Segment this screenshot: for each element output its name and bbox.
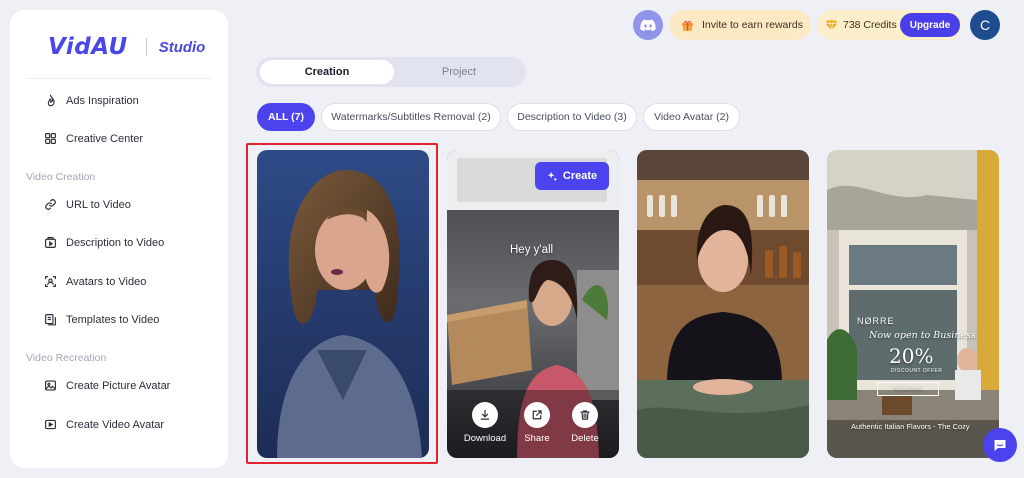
video-card-2[interactable]: Create Hey y'all Download Share Delete [447, 150, 619, 458]
poster-discount-label: DISCOUNT OFFER [891, 368, 943, 374]
video-card-3[interactable] [637, 150, 809, 458]
share-label: Share [524, 433, 550, 444]
credits-label: 738 Credits [843, 19, 897, 31]
filter-watermarks-subtitles[interactable]: Watermarks/Subtitles Removal (2) [321, 103, 501, 131]
sidebar-item-label: Ads Inspiration [66, 94, 139, 107]
download-button[interactable]: Download [463, 402, 507, 444]
template-icon [45, 314, 56, 326]
sidebar-item-description-to-video[interactable]: Description to Video [44, 236, 164, 249]
sidebar-item-create-picture-avatar[interactable]: Create Picture Avatar [44, 379, 170, 392]
divider [26, 78, 212, 79]
sidebar-item-label: Creative Center [66, 132, 144, 145]
sidebar-item-label: Create Video Avatar [66, 418, 165, 431]
link-icon [45, 199, 56, 210]
sidebar-item-create-video-avatar[interactable]: Create Video Avatar [44, 418, 164, 431]
sparkle-icon [547, 171, 558, 181]
create-label: Create [562, 170, 598, 182]
download-icon [480, 409, 490, 420]
trash-icon [580, 410, 590, 420]
upgrade-button[interactable]: Upgrade [900, 13, 960, 37]
share-icon [532, 410, 542, 420]
sidebar-item-label: Create Picture Avatar [66, 379, 171, 392]
brand-product: Studio [158, 38, 206, 56]
chat-icon [994, 440, 1006, 451]
delete-button[interactable]: Delete [565, 402, 605, 444]
video-card-1[interactable] [257, 150, 429, 458]
brand-separator [145, 38, 147, 56]
poster-headline: Now open to Business [869, 330, 976, 341]
tab-creation[interactable]: Creation [260, 60, 394, 84]
doc-video-icon [45, 237, 56, 248]
sidebar-item-avatars-to-video[interactable]: Avatars to Video [44, 275, 146, 288]
video-caption: Hey y'all [510, 244, 554, 256]
video-card-4[interactable]: NØRRE Now open to Business 20% DISCOUNT … [827, 150, 999, 458]
download-label: Download [463, 433, 507, 444]
grid-icon [45, 133, 56, 144]
user-avatar[interactable]: C [970, 10, 1000, 40]
invite-rewards-button[interactable]: Invite to earn rewards [669, 10, 811, 40]
poster-brand: NØRRE [857, 316, 895, 326]
filter-video-avatar[interactable]: Video Avatar (2) [643, 103, 740, 131]
video-thumbnail [637, 150, 809, 458]
sidebar-item-templates-to-video[interactable]: Templates to Video [44, 313, 159, 326]
chat-support-button[interactable] [983, 428, 1017, 462]
discord-button[interactable] [633, 10, 663, 40]
create-button[interactable]: Create [535, 162, 609, 190]
video-thumbnail [257, 150, 429, 458]
video-icon [45, 419, 56, 430]
section-title-video-creation: Video Creation [26, 171, 96, 183]
avatar-scan-icon [45, 276, 56, 287]
poster-footer: Authentic Italian Flavors - The Cozy [851, 422, 970, 431]
poster-percent: 20% [889, 344, 934, 368]
sidebar-item-ads-inspiration[interactable]: Ads Inspiration [44, 94, 139, 107]
section-title-video-recreation: Video Recreation [26, 352, 107, 364]
brand-logo: VidAU [48, 34, 128, 60]
sidebar-item-url-to-video[interactable]: URL to Video [44, 198, 131, 211]
brand[interactable]: VidAU Studio [48, 34, 205, 60]
sidebar-item-label: Templates to Video [66, 313, 160, 326]
picture-icon [45, 380, 56, 391]
sidebar: VidAU Studio Ads Inspiration Creative Ce… [10, 10, 228, 468]
credits-display: 738 Credits Upgrade [817, 10, 962, 40]
video-thumbnail [827, 150, 999, 458]
filter-description-to-video[interactable]: Description to Video (3) [507, 103, 637, 131]
diamond-icon [825, 20, 838, 31]
share-button[interactable]: Share [517, 402, 557, 444]
view-tabs: Creation Project [256, 57, 526, 87]
tab-project[interactable]: Project [396, 60, 522, 84]
sidebar-item-label: Avatars to Video [66, 275, 147, 288]
invite-label: Invite to earn rewards [702, 19, 803, 31]
flame-icon [47, 94, 55, 107]
sidebar-item-label: URL to Video [66, 198, 131, 211]
discord-icon [640, 19, 656, 31]
gift-icon [682, 20, 693, 31]
sidebar-item-label: Description to Video [66, 236, 165, 249]
poster-cta: RESERVE [877, 382, 939, 396]
filter-all[interactable]: ALL (7) [257, 103, 315, 131]
sidebar-item-creative-center[interactable]: Creative Center [44, 132, 143, 145]
delete-label: Delete [571, 433, 599, 444]
